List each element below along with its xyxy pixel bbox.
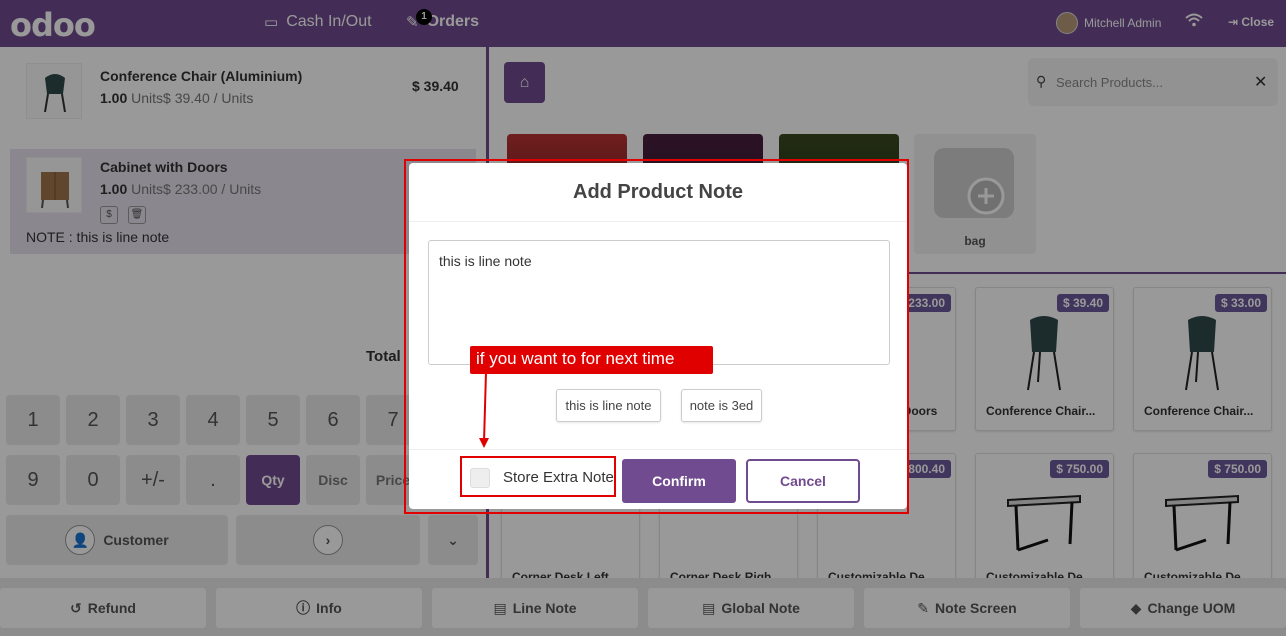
add-product-note-dialog: Add Product Note this is line note this … xyxy=(409,163,907,509)
confirm-button[interactable]: Confirm xyxy=(622,459,736,503)
dialog-header-divider xyxy=(409,221,907,222)
dialog-title: Add Product Note xyxy=(573,181,743,203)
note-suggestion-chip[interactable]: this is line note xyxy=(556,389,661,422)
store-extra-note-checkbox[interactable] xyxy=(470,468,490,488)
cancel-button[interactable]: Cancel xyxy=(746,459,860,503)
store-extra-note-label[interactable]: Store Extra Note xyxy=(503,469,614,486)
annotation-arrow-icon xyxy=(479,372,489,448)
note-suggestion-chip[interactable]: note is 3ed xyxy=(681,389,762,422)
annotation-callout: if you want to for next time xyxy=(470,346,713,374)
